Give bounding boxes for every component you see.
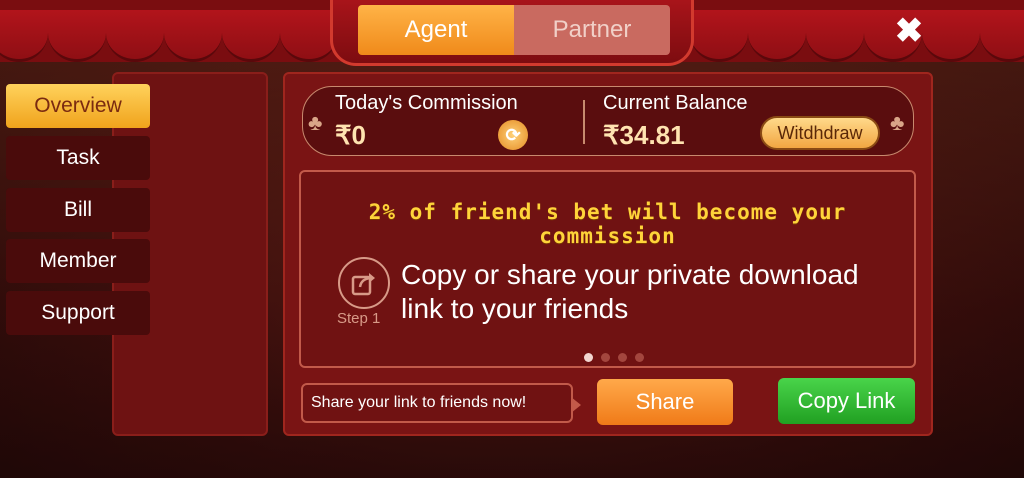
commission-value: ₹0 <box>335 120 367 150</box>
share-button[interactable]: Share <box>597 379 733 425</box>
refresh-icon[interactable]: ⟳ <box>498 120 528 150</box>
share-arrow-icon <box>338 257 390 309</box>
withdraw-button[interactable]: Witdhdraw <box>760 116 880 150</box>
close-icon[interactable]: ✖ <box>892 12 926 50</box>
sidebar-item-bill[interactable]: Bill <box>6 188 150 232</box>
carousel-dot[interactable] <box>635 353 644 362</box>
promo-headline: 2% of friend's bet will become your comm… <box>368 200 847 248</box>
carousel-dot[interactable] <box>618 353 627 362</box>
carousel-dots[interactable] <box>584 353 644 362</box>
sidebar-item-support[interactable]: Support <box>6 291 150 335</box>
copy-link-button[interactable]: Copy Link <box>778 378 915 424</box>
tab-partner[interactable]: Partner <box>514 5 670 55</box>
sidebar-item-task[interactable]: Task <box>6 136 150 180</box>
step-text: Copy or share your private download link… <box>401 259 859 324</box>
stats-divider <box>583 100 585 144</box>
club-icon-left: ♣ <box>308 110 323 135</box>
step-label: Step 1 <box>337 310 381 327</box>
carousel-dot[interactable] <box>601 353 610 362</box>
carousel-dot[interactable] <box>584 353 593 362</box>
balance-title: Current Balance <box>603 92 748 114</box>
share-hint-bubble: Share your link to friends now! <box>301 383 581 423</box>
commission-title: Today's Commission <box>335 92 518 114</box>
balance-value: ₹34.81 <box>603 120 685 150</box>
club-icon-right: ♣ <box>890 110 905 135</box>
sidebar-item-overview[interactable]: Overview <box>6 84 150 128</box>
sidebar-item-member[interactable]: Member <box>6 239 150 283</box>
tab-agent[interactable]: Agent <box>358 5 514 55</box>
